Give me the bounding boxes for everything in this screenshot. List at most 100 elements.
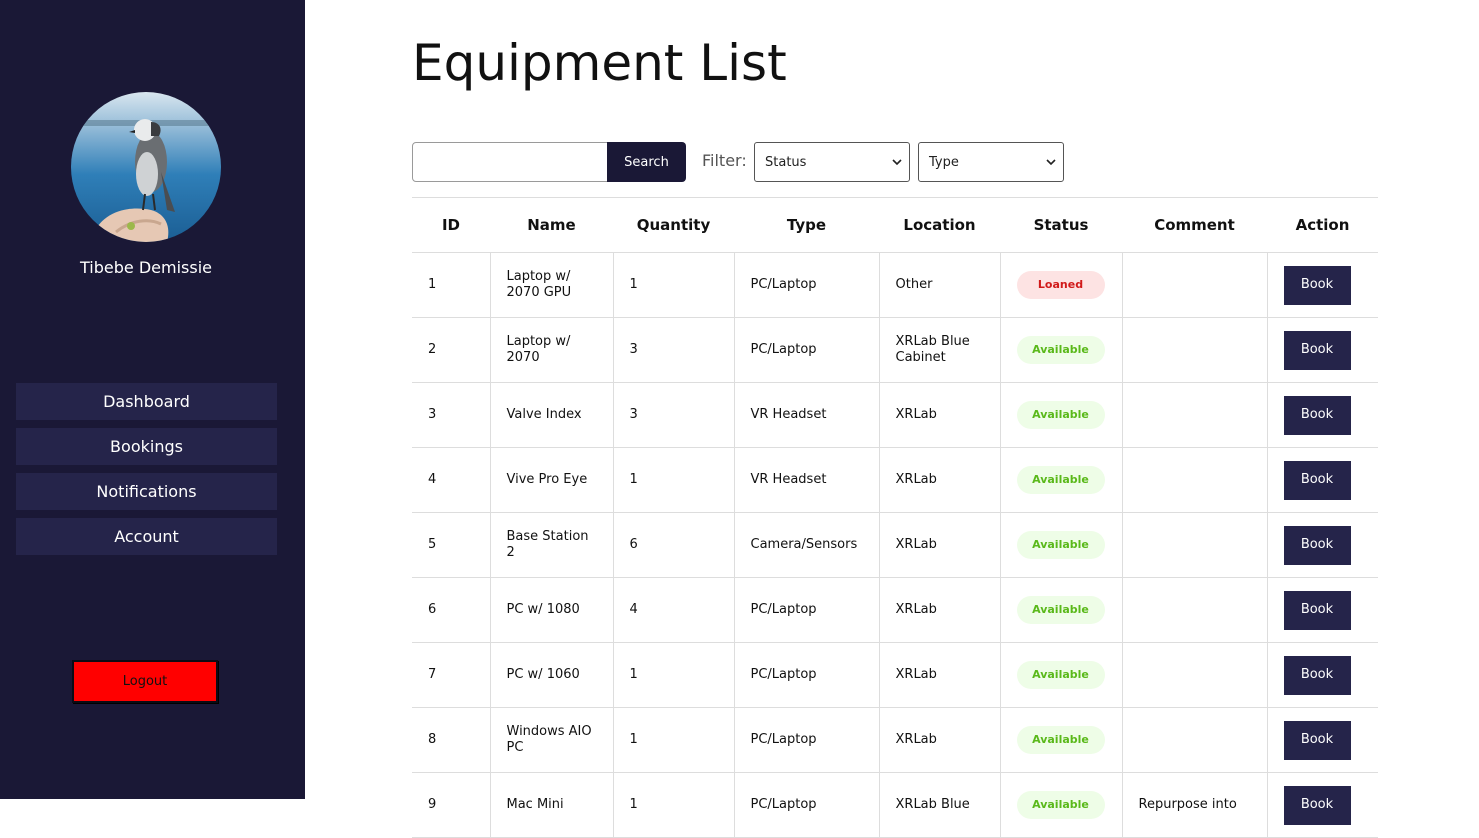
table-header-row: ID Name Quantity Type Location Status Co… (412, 197, 1378, 253)
cell-quantity: 6 (612, 512, 734, 578)
column-header-id: ID (412, 197, 490, 253)
cell-id: 1 (412, 252, 490, 318)
cell-name: PC w/ 1080 (489, 577, 613, 643)
cell-name: Valve Index (489, 382, 613, 448)
cell-comment (1121, 577, 1267, 643)
cell-location: XRLab (878, 577, 1000, 643)
table-row: 3 Valve Index 3 VR Headset XRLab Available Boo… (412, 382, 1378, 448)
cell-comment (1121, 317, 1267, 383)
type-filter-select[interactable]: Type (918, 142, 1064, 182)
column-header-type: Type (734, 197, 879, 253)
book-button[interactable]: Book (1283, 655, 1351, 695)
cell-id: 7 (412, 642, 490, 708)
cell-action: Book (1266, 512, 1378, 578)
status-filter-select[interactable]: Status (754, 142, 910, 182)
cell-id: 5 (412, 512, 490, 578)
cell-name: Vive Pro Eye (489, 447, 613, 513)
search-input[interactable] (412, 142, 608, 182)
cell-location: XRLab Blue (878, 772, 1000, 838)
cell-status: Available (999, 447, 1122, 513)
cell-action: Book (1266, 317, 1378, 383)
logout-button[interactable]: Logout (72, 660, 218, 703)
search-button[interactable]: Search (607, 142, 686, 182)
cell-quantity: 1 (612, 772, 734, 838)
cell-type: PC/Laptop (733, 642, 879, 708)
cell-location: XRLab (878, 707, 1000, 773)
column-header-action: Action (1267, 197, 1378, 253)
column-header-quantity: Quantity (613, 197, 734, 253)
cell-location: XRLab Blue Cabinet (878, 317, 1000, 383)
cell-quantity: 4 (612, 577, 734, 643)
book-button[interactable]: Book (1283, 395, 1351, 435)
book-button[interactable]: Book (1283, 720, 1351, 760)
cell-action: Book (1266, 642, 1378, 708)
filter-label: Filter: (702, 151, 747, 170)
chevron-down-icon (892, 159, 902, 166)
cell-type: Camera/Sensors (733, 512, 879, 578)
cell-quantity: 1 (612, 707, 734, 773)
cell-type: PC/Laptop (733, 577, 879, 643)
cell-id: 8 (412, 707, 490, 773)
status-badge: Available (1016, 791, 1105, 819)
cell-location: XRLab (878, 447, 1000, 513)
cell-type: VR Headset (733, 447, 879, 513)
cell-type: PC/Laptop (733, 252, 879, 318)
table-row: 5 Base Station 2 6 Camera/Sensors XRLab Avail… (412, 512, 1378, 578)
column-header-name: Name (490, 197, 613, 253)
cell-name: PC w/ 1060 (489, 642, 613, 708)
cell-comment: Repurpose into (1121, 772, 1267, 838)
cell-id: 4 (412, 447, 490, 513)
cell-quantity: 1 (612, 447, 734, 513)
cell-quantity: 1 (612, 642, 734, 708)
cell-quantity: 3 (612, 382, 734, 448)
table-row: 2 Laptop w/ 2070 3 PC/Laptop XRLab Blue Cabi… (412, 317, 1378, 383)
cell-id: 3 (412, 382, 490, 448)
username: Tibebe Demissie (80, 258, 212, 277)
book-button[interactable]: Book (1283, 330, 1351, 370)
sidebar: Tibebe Demissie Dashboard Bookings Notif… (0, 0, 305, 799)
table-body: 1 Laptop w/ 2070 GPU 1 PC/Laptop Other Loaned… (412, 252, 1378, 838)
status-badge: Available (1016, 726, 1105, 754)
cell-comment (1121, 642, 1267, 708)
cell-action: Book (1266, 707, 1378, 773)
cell-location: XRLab (878, 512, 1000, 578)
cell-status: Loaned (999, 252, 1122, 318)
cell-name: Laptop w/ 2070 (489, 317, 613, 383)
cell-name: Mac Mini (489, 772, 613, 838)
cell-name: Windows AIO PC (489, 707, 613, 773)
cell-status: Available (999, 577, 1122, 643)
table-row: 7 PC w/ 1060 1 PC/Laptop XRLab Available Book (412, 642, 1378, 708)
cell-status: Available (999, 382, 1122, 448)
cell-comment (1121, 447, 1267, 513)
cell-type: VR Headset (733, 382, 879, 448)
cell-location: XRLab (878, 642, 1000, 708)
status-badge: Available (1016, 401, 1105, 429)
nav-notifications[interactable]: Notifications (16, 473, 277, 510)
nav-bookings[interactable]: Bookings (16, 428, 277, 465)
column-header-location: Location (879, 197, 1000, 253)
table-row: 9 Mac Mini 1 PC/Laptop XRLab Blue Available Re… (412, 772, 1378, 838)
cell-status: Available (999, 707, 1122, 773)
cell-comment (1121, 707, 1267, 773)
cell-id: 2 (412, 317, 490, 383)
status-badge: Loaned (1016, 271, 1105, 299)
cell-type: PC/Laptop (733, 317, 879, 383)
nav-account[interactable]: Account (16, 518, 277, 555)
cell-action: Book (1266, 772, 1378, 838)
status-badge: Available (1016, 466, 1105, 494)
page-title: Equipment List (412, 34, 787, 92)
nav-dashboard[interactable]: Dashboard (16, 383, 277, 420)
book-button[interactable]: Book (1283, 460, 1351, 500)
cell-name: Laptop w/ 2070 GPU (489, 252, 613, 318)
book-button[interactable]: Book (1283, 590, 1351, 630)
cell-action: Book (1266, 447, 1378, 513)
table-row: 6 PC w/ 1080 4 PC/Laptop XRLab Available Book (412, 577, 1378, 643)
book-button[interactable]: Book (1283, 785, 1351, 825)
cell-type: PC/Laptop (733, 707, 879, 773)
book-button[interactable]: Book (1283, 525, 1351, 565)
book-button[interactable]: Book (1283, 265, 1351, 305)
column-header-comment: Comment (1122, 197, 1267, 253)
status-filter-value: Status (765, 154, 807, 170)
cell-type: PC/Laptop (733, 772, 879, 838)
column-header-status: Status (1000, 197, 1122, 253)
